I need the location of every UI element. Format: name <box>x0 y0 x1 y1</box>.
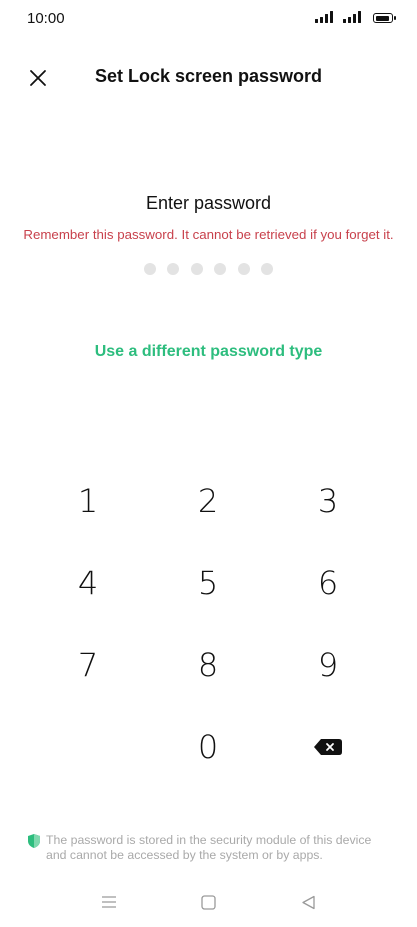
navigation-bar <box>0 893 417 911</box>
menu-button[interactable] <box>94 893 124 911</box>
password-dot <box>167 263 180 275</box>
menu-icon <box>102 896 116 908</box>
status-icons <box>315 11 396 23</box>
home-button[interactable] <box>193 893 223 911</box>
delete-button[interactable] <box>283 715 373 779</box>
warning-text: Remember this password. It cannot be ret… <box>23 227 394 242</box>
security-note-line1: The password is stored in the security m… <box>46 833 372 847</box>
key-6[interactable]: 6 <box>283 551 373 615</box>
back-icon <box>301 895 315 909</box>
key-9[interactable]: 9 <box>283 633 373 697</box>
key-1[interactable]: 1 <box>43 469 133 533</box>
back-button[interactable] <box>293 893 323 911</box>
password-dot <box>190 263 203 275</box>
key-4[interactable]: 4 <box>43 551 133 615</box>
password-dot <box>214 263 227 275</box>
battery-icon <box>373 13 396 23</box>
page-title: Set Lock screen password <box>94 66 323 86</box>
key-7[interactable]: 7 <box>43 633 133 697</box>
enter-password-label: Enter password <box>145 193 272 213</box>
signal-icon <box>343 11 361 23</box>
security-note: The password is stored in the security m… <box>28 833 398 863</box>
key-5[interactable]: 5 <box>163 551 253 615</box>
key-8[interactable]: 8 <box>163 633 253 697</box>
key-0[interactable]: 0 <box>163 715 253 779</box>
signal-icon <box>315 11 333 23</box>
backspace-icon <box>314 739 342 755</box>
status-time: 10:00 <box>27 10 65 27</box>
shield-icon <box>28 834 40 848</box>
different-password-type-link[interactable]: Use a different password type <box>0 343 417 361</box>
password-dots <box>0 263 417 275</box>
key-3[interactable]: 3 <box>283 469 373 533</box>
password-dot <box>143 263 156 275</box>
security-note-line2: and cannot be accessed by the system or … <box>46 848 323 862</box>
home-icon <box>200 894 216 910</box>
security-note-text: The password is stored in the security m… <box>46 833 371 863</box>
key-2[interactable]: 2 <box>163 469 253 533</box>
password-dot <box>237 263 250 275</box>
password-dot <box>261 263 274 275</box>
